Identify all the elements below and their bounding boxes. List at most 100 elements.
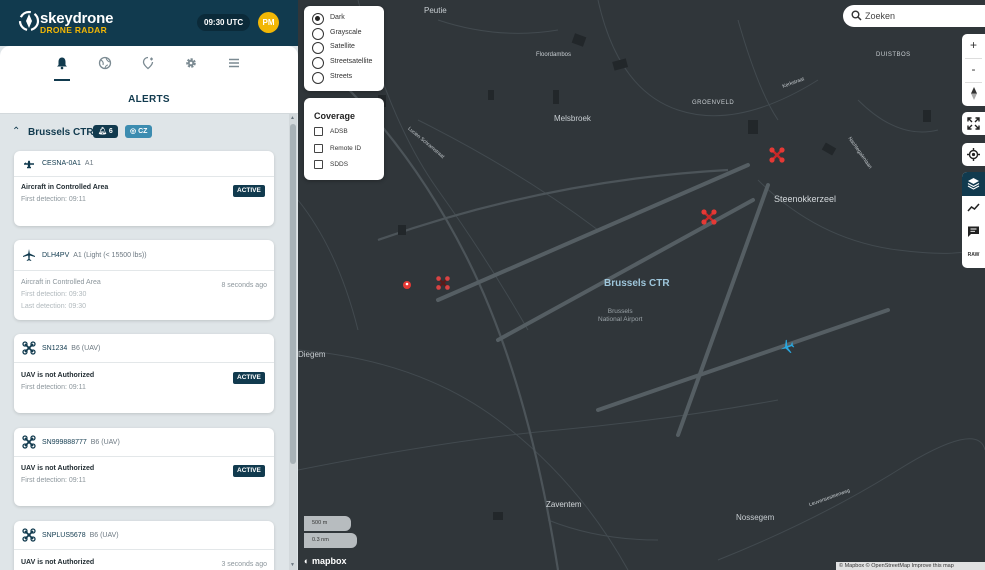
target-class: B6 (UAV) [90,439,120,446]
pilot-location-icon[interactable] [402,280,412,290]
compass-button[interactable] [962,82,985,105]
radio-button[interactable] [312,42,324,54]
brand-subtitle: DRONE RADAR [40,25,108,35]
alert-target-id: CESNA-0A1 A1 [42,160,93,167]
alert-count: 6 [108,128,113,135]
time-ago: 8 seconds ago [221,282,267,289]
tab-settings[interactable] [182,54,200,72]
target-id: SN1234 [42,345,68,352]
active-tab-indicator [54,79,70,81]
map-label-nossegem: Nossegem [736,513,775,522]
messages-button[interactable] [962,220,985,244]
search-icon [851,10,862,21]
alert-target-id: SN1234 B6 (UAV) [42,345,100,352]
tab-globe[interactable] [96,54,114,72]
raw-button[interactable]: RAW [962,244,985,268]
drone-icon [22,341,36,355]
alert-card-header: SN999888777 B6 (UAV) [14,428,274,457]
alert-title: UAV is not Authorized [21,465,95,472]
line-chart-icon [967,203,980,212]
drone-target-icon[interactable] [700,208,718,226]
first-detection: First detection: 09:11 [21,384,86,391]
scale-metric: 500 m [304,516,351,531]
alert-target-id: DLH4PV A1 (Light (< 15500 lbs)) [42,252,147,259]
globe-icon [98,56,112,70]
tab-alerts[interactable] [53,54,71,72]
zone-type: CZ [138,128,148,135]
drone-target-icon[interactable] [435,275,451,291]
alert-count-badge: 🔔︎ 6 [93,125,118,138]
status-badge: ACTIVE [233,185,265,197]
layers-button[interactable] [962,172,985,196]
search-input[interactable] [865,8,980,24]
zoom-out-button[interactable]: - [962,58,985,81]
zone-type-badge: ◎ CZ [125,125,153,138]
alert-title: Aircraft in Controlled Area [21,184,109,191]
radio-label: Dark [330,14,345,21]
aircraft-target-icon[interactable] [779,339,795,355]
map-attribution[interactable]: © Mapbox © OpenStreetMap Improve this ma… [836,562,985,570]
alert-card[interactable]: SN1234 B6 (UAV) UAV is not Authorized Fir… [14,334,274,413]
zoom-in-button[interactable]: + [962,34,985,57]
alert-card[interactable]: SNPLUS5678 B6 (UAV) UAV is not Authorized… [14,521,274,570]
chevron-up-icon[interactable]: ⌃ [12,126,20,137]
map-label-zaventem: Zaventem [546,500,582,509]
alerts-header: ALERTS [0,82,298,114]
alert-card[interactable]: CESNA-0A1 A1 Aircraft in Controlled Area … [14,151,274,226]
checkbox[interactable] [314,160,323,169]
controlled-zone-label: Brussels CTR [604,278,670,289]
alerts-title: ALERTS [128,94,170,105]
first-detection: First detection: 09:30 [21,291,87,298]
target-id: DLH4PV [42,252,70,259]
aircraft-icon [24,160,34,169]
map-label-groenveld: GROENVELD [692,100,735,106]
layers-icon [967,178,980,190]
radio-label: Grayscale [330,29,362,36]
target-id: CESNA-0A1 [42,160,81,167]
map-label-diegem: Diegem [298,350,326,359]
radio-label: Satellite [330,43,355,50]
alert-group-header[interactable]: ⌃ Brussels CTR 🔔︎ 6 ◎ CZ [0,122,290,142]
status-badge: ACTIVE [233,372,265,384]
checkbox[interactable] [314,127,323,136]
target-id: SN999888777 [42,439,87,446]
map-label-floordambos: Floordambos [536,52,572,58]
sidebar-scroll-thumb[interactable] [290,124,296,464]
mapbox-logo[interactable]: ◐ mapbox [304,556,346,566]
zone-icon [142,56,154,70]
first-detection: First detection: 09:11 [21,196,86,203]
alert-card[interactable]: DLH4PV A1 (Light (< 15500 lbs)) Aircraft … [14,240,274,320]
gear-icon [186,58,196,68]
alert-card-header: SN1234 B6 (UAV) [14,334,274,363]
radio-button[interactable] [312,13,324,25]
mapbox-logo-text: mapbox [311,556,347,566]
tab-menu[interactable] [225,54,243,72]
map-tools: RAW [962,172,985,268]
map-canvas[interactable]: Peutie Floordambos DUISTBOS Melsbroek GR… [298,0,985,570]
tab-zones[interactable] [139,54,157,72]
locate-icon [967,148,980,161]
map-label-steenokkerzeel: Steenokkerzeel [774,194,837,204]
radio-button[interactable] [312,72,324,84]
locate-button[interactable] [962,143,985,166]
compass-icon [970,87,977,100]
drone-icon [22,528,36,542]
top-bar: skeydrone DRONE RADAR 09:30 UTC PM [0,0,298,46]
drone-target-icon[interactable] [768,146,786,164]
raw-label: RAW [967,252,980,258]
map-label-melsbroek: Melsbroek [554,114,591,123]
scroll-up-arrow-icon[interactable]: ▲ [290,115,295,121]
coverage-panel: Coverage ADSB Remote ID SDDS [304,98,384,180]
scroll-down-arrow-icon[interactable]: ▼ [290,562,295,568]
fullscreen-icon [967,117,980,130]
fullscreen-button[interactable] [962,112,985,135]
chart-button[interactable] [962,196,985,220]
checkbox-label: Remote ID [330,145,362,152]
checkbox-label: SDDS [330,161,349,168]
user-avatar[interactable]: PM [258,12,279,33]
checkbox[interactable] [314,144,323,153]
target-class: B6 (UAV) [89,532,119,539]
radio-button[interactable] [312,57,324,69]
radio-button[interactable] [312,28,324,40]
alert-card[interactable]: SN999888777 B6 (UAV) UAV is not Authorize… [14,428,274,506]
